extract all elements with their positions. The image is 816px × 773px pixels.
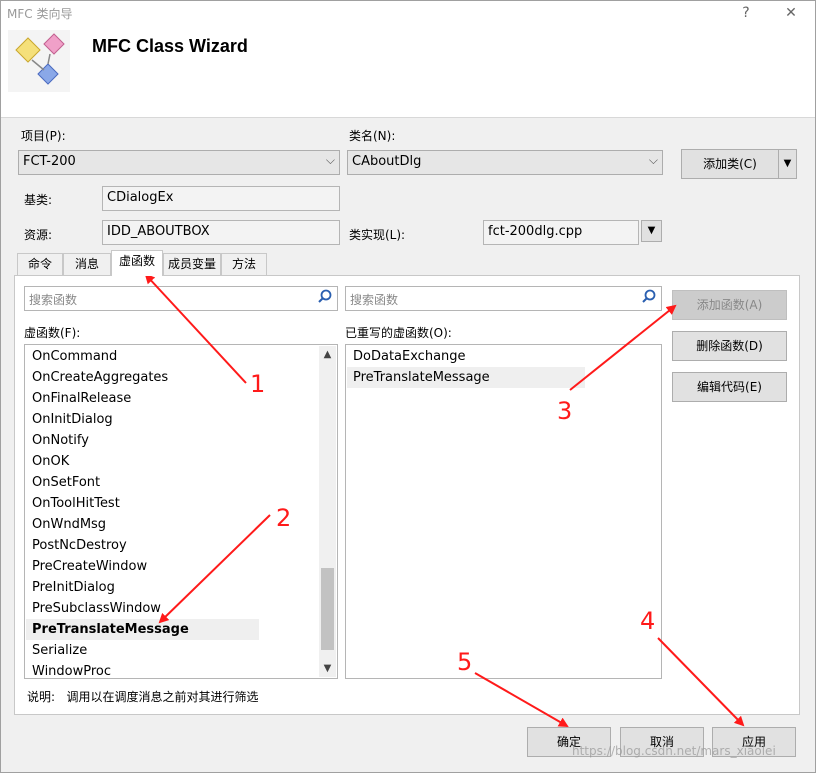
project-combo[interactable]: FCT-200 ⌵ [18,150,340,175]
add-function-button[interactable]: 添加函数(A) [672,290,787,320]
resource-label: 资源: [24,228,53,242]
watermark-text: https://blog.csdn.net/mars_xiaolei [572,744,776,758]
caret-down-icon: ▼ [783,158,792,169]
resource-field: IDD_ABOUTBOX [102,220,340,245]
scroll-down-icon[interactable]: ▼ [319,660,336,677]
add-class-button[interactable]: 添加类(C) [681,149,779,179]
list-item[interactable]: PreInitDialog [32,577,115,598]
delete-function-button[interactable]: 删除函数(D) [672,331,787,361]
annotation-3: 3 [557,397,573,425]
list-item[interactable]: Serialize [32,640,87,661]
title-bar: MFC 类向导 ? ✕ [1,1,815,25]
caret-down-icon: ▼ [647,225,656,236]
annotation-5: 5 [457,648,473,676]
search-placeholder: 搜索函数 [29,293,78,307]
list-item[interactable]: OnInitDialog [32,409,113,430]
tab-commands[interactable]: 命令 [17,253,63,275]
annotation-1: 1 [250,370,266,398]
tab-member-variables[interactable]: 成员变量 [163,253,221,275]
class-label: 类名(N): [349,129,396,143]
description-text: 说明: 调用以在调度消息之前对其进行筛选 [27,690,259,704]
impl-file-label: 类实现(L): [349,228,406,242]
class-combo[interactable]: CAboutDlg ⌵ [347,150,663,175]
tab-messages[interactable]: 消息 [63,253,111,275]
list-item[interactable]: PostNcDestroy [32,535,127,556]
impl-file-field: fct-200dlg.cpp [483,220,639,245]
overridden-functions-label: 已重写的虚函数(O): [345,326,452,340]
annotation-2: 2 [276,504,292,532]
list-item[interactable]: WindowProc [32,661,111,678]
edit-code-button[interactable]: 编辑代码(E) [672,372,787,402]
virtual-functions-label: 虚函数(F): [24,326,81,340]
help-button[interactable]: ? [734,4,758,22]
search-icon [318,289,332,303]
list-item[interactable]: OnNotify [32,430,89,451]
list-item[interactable]: OnFinalRelease [32,388,131,409]
chevron-down-icon: ⌵ [325,153,335,167]
list-item[interactable]: OnOK [32,451,69,472]
vertical-scrollbar[interactable]: ▲ ▼ [319,346,336,677]
list-item[interactable]: DoDataExchange [353,346,466,367]
list-item[interactable]: OnCreateAggregates [32,367,168,388]
chevron-down-icon: ⌵ [648,153,658,167]
tab-virtual-functions[interactable]: 虚函数 [111,250,163,276]
base-class-field: CDialogEx [102,186,340,211]
impl-file-dropdown-button[interactable]: ▼ [641,220,662,242]
base-class-label: 基类: [24,193,53,207]
class-value: CAboutDlg [352,154,422,169]
list-item-selected[interactable]: PreTranslateMessage [26,619,259,640]
search-icon [642,289,656,303]
wizard-title: MFC Class Wizard [92,36,248,56]
project-label: 项目(P): [21,129,66,143]
project-value: FCT-200 [23,154,76,169]
list-item[interactable]: OnWndMsg [32,514,106,535]
overridden-functions-list[interactable]: DoDataExchange PreTranslateMessage [345,344,662,679]
list-item[interactable]: OnToolHitTest [32,493,120,514]
close-button[interactable]: ✕ [779,4,803,22]
tab-methods[interactable]: 方法 [221,253,267,275]
scrollbar-thumb[interactable] [321,568,334,650]
scroll-up-icon[interactable]: ▲ [319,346,336,363]
list-item[interactable]: OnSetFont [32,472,100,493]
list-item[interactable]: PreTranslateMessage [347,367,585,388]
list-item[interactable]: OnCommand [32,346,117,367]
window-caption: MFC 类向导 [7,7,73,21]
list-item[interactable]: PreCreateWindow [32,556,147,577]
annotation-4: 4 [640,607,656,635]
search-functions-input[interactable]: 搜索函数 [24,286,338,311]
list-item[interactable]: PreSubclassWindow [32,598,161,619]
class-wizard-logo-icon [8,30,70,92]
search-placeholder: 搜索函数 [350,293,399,307]
add-class-dropdown-button[interactable]: ▼ [778,149,797,179]
search-overridden-input[interactable]: 搜索函数 [345,286,662,311]
